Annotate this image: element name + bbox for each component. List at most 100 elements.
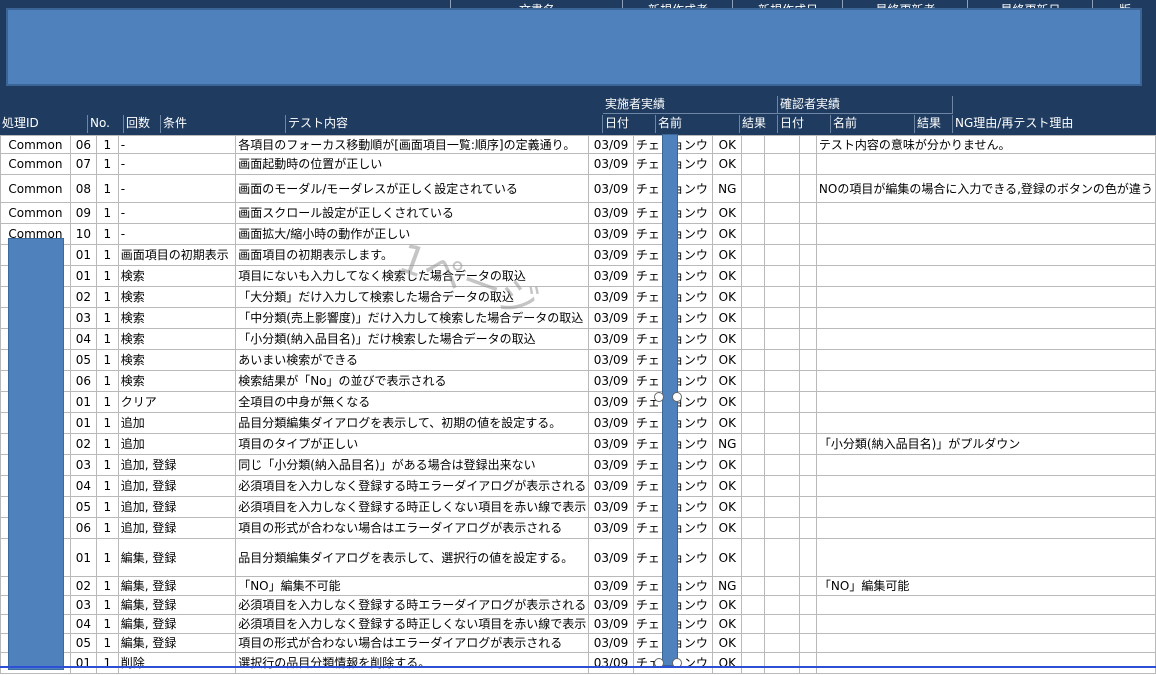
- cell-kaisu[interactable]: 1: [95, 475, 119, 497]
- cell-ng-reason[interactable]: [815, 496, 1156, 518]
- cell-review-date[interactable]: [741, 174, 766, 203]
- cell-ng-reason[interactable]: 「小分類(納入品目名)」がプルダウン: [815, 433, 1156, 455]
- table-row[interactable]: E03031追加, 登録同じ「小分類(納入品目名)」がある場合は登録出来ない03…: [0, 454, 1156, 476]
- cell-exec-date[interactable]: 03/09: [588, 328, 634, 350]
- cell-review-result[interactable]: [798, 576, 817, 596]
- cell-review-result[interactable]: [798, 265, 817, 287]
- table-row[interactable]: E01051検索あいまい検索ができる03/09チェヒョンウOK: [0, 349, 1156, 371]
- cell-condition[interactable]: 編集, 登録: [117, 633, 237, 653]
- cell-kaisu[interactable]: 1: [95, 202, 119, 224]
- cell-review-result[interactable]: [798, 174, 817, 203]
- cell-exec-date[interactable]: 03/09: [588, 576, 634, 596]
- cell-exec-result[interactable]: OK: [712, 614, 743, 634]
- cell-test-content[interactable]: 選択行の品目分類情報を削除する。: [235, 652, 590, 674]
- cell-review-name[interactable]: [764, 391, 800, 413]
- cell-review-date[interactable]: [741, 595, 766, 615]
- cell-kaisu[interactable]: 1: [95, 223, 119, 245]
- cell-review-date[interactable]: [741, 153, 766, 175]
- cell-exec-result[interactable]: OK: [712, 244, 743, 266]
- cell-review-date[interactable]: [741, 475, 766, 497]
- cell-ng-reason[interactable]: [815, 244, 1156, 266]
- cell-condition[interactable]: 編集, 登録: [117, 538, 237, 577]
- table-row[interactable]: E02011クリア全項目の中身が無くなる03/09チェヒョンウOK: [0, 391, 1156, 413]
- cell-review-name[interactable]: [764, 244, 800, 266]
- cell-no[interactable]: 01: [69, 265, 97, 287]
- cell-condition[interactable]: 追加: [117, 433, 237, 455]
- cell-review-name[interactable]: [764, 223, 800, 245]
- cell-kaisu[interactable]: 1: [95, 633, 119, 653]
- cell-condition[interactable]: 追加, 登録: [117, 496, 237, 518]
- cell-review-result[interactable]: [798, 496, 817, 518]
- cell-review-date[interactable]: [741, 223, 766, 245]
- cell-exec-result[interactable]: OK: [712, 135, 743, 154]
- cell-no[interactable]: 01: [69, 412, 97, 434]
- col-review-date[interactable]: 日付: [778, 115, 831, 133]
- cell-condition[interactable]: 編集, 登録: [117, 576, 237, 596]
- cell-condition[interactable]: 検索: [117, 265, 237, 287]
- table-row[interactable]: Common071-画面起動時の位置が正しい03/09チェヒョンウOK: [0, 153, 1156, 175]
- cell-kaisu[interactable]: 1: [95, 174, 119, 203]
- cell-review-result[interactable]: [798, 412, 817, 434]
- cell-test-content[interactable]: 項目の形式が合わない場合はエラーダイアログが表示される: [235, 517, 590, 539]
- cell-exec-result[interactable]: OK: [712, 517, 743, 539]
- cell-review-date[interactable]: [741, 517, 766, 539]
- cell-ng-reason[interactable]: テスト内容の意味が分かりません。: [815, 135, 1156, 154]
- cell-exec-result[interactable]: OK: [712, 223, 743, 245]
- table-row[interactable]: E01021検索「大分類」だけ入力して検索した場合データの取込03/09チェヒョ…: [0, 286, 1156, 308]
- table-row[interactable]: Common101-画面拡大/縮小時の動作が正しい03/09チェヒョンウOK: [0, 223, 1156, 245]
- table-row[interactable]: E04011編集, 登録品目分類編集ダイアログを表示して、選択行の値を設定する。…: [0, 538, 1156, 577]
- cell-exec-date[interactable]: 03/09: [588, 614, 634, 634]
- cell-ng-reason[interactable]: [815, 614, 1156, 634]
- cell-review-result[interactable]: [798, 454, 817, 476]
- cell-review-date[interactable]: [741, 265, 766, 287]
- cell-no[interactable]: 02: [69, 576, 97, 596]
- cell-review-result[interactable]: [798, 433, 817, 455]
- cell-kaisu[interactable]: 1: [95, 153, 119, 175]
- cell-no[interactable]: 05: [69, 496, 97, 518]
- cell-exec-result[interactable]: OK: [712, 307, 743, 329]
- cell-exec-date[interactable]: 03/09: [588, 496, 634, 518]
- cell-no[interactable]: 03: [69, 307, 97, 329]
- cell-ng-reason[interactable]: [815, 454, 1156, 476]
- cell-exec-result[interactable]: NG: [712, 433, 743, 455]
- cell-kaisu[interactable]: 1: [95, 496, 119, 518]
- cell-review-name[interactable]: [764, 370, 800, 392]
- cell-review-date[interactable]: [741, 328, 766, 350]
- cell-no[interactable]: 01: [69, 391, 97, 413]
- cell-kaisu[interactable]: 1: [95, 538, 119, 577]
- cell-ng-reason[interactable]: [815, 349, 1156, 371]
- table-row[interactable]: E03011追加品目分類編集ダイアログを表示して、初期の値を設定する。03/09…: [0, 412, 1156, 434]
- table-row[interactable]: E04051編集, 登録項目の形式が合わない場合はエラーダイアログが表示される0…: [0, 633, 1156, 653]
- cell-review-date[interactable]: [741, 391, 766, 413]
- cell-exec-result[interactable]: OK: [712, 538, 743, 577]
- cell-review-result[interactable]: [798, 538, 817, 577]
- table-row[interactable]: E04021編集, 登録「NO」編集不可能03/09チェヒョンウNG「NO」編集…: [0, 576, 1156, 596]
- cell-no[interactable]: 01: [69, 652, 97, 674]
- cell-condition[interactable]: 検索: [117, 328, 237, 350]
- cell-review-result[interactable]: [798, 517, 817, 539]
- cell-test-content[interactable]: 画面項目の初期表示します。: [235, 244, 590, 266]
- cell-review-result[interactable]: [798, 202, 817, 224]
- cell-exec-result[interactable]: NG: [712, 174, 743, 203]
- cell-condition[interactable]: -: [117, 174, 237, 203]
- table-row[interactable]: E04031編集, 登録必須項目を入力しなく登録する時エラーダイアログが表示され…: [0, 595, 1156, 615]
- cell-review-result[interactable]: [798, 349, 817, 371]
- cell-review-date[interactable]: [741, 614, 766, 634]
- cell-no[interactable]: 06: [69, 370, 97, 392]
- col-exec-date[interactable]: 日付: [603, 115, 656, 133]
- cell-exec-date[interactable]: 03/09: [588, 202, 634, 224]
- cell-review-name[interactable]: [764, 307, 800, 329]
- cell-kaisu[interactable]: 1: [95, 328, 119, 350]
- cell-review-result[interactable]: [798, 135, 817, 154]
- cell-no[interactable]: 05: [69, 349, 97, 371]
- cell-condition[interactable]: 編集, 登録: [117, 614, 237, 634]
- cell-review-result[interactable]: [798, 153, 817, 175]
- cell-exec-result[interactable]: OK: [712, 153, 743, 175]
- cell-ng-reason[interactable]: [815, 595, 1156, 615]
- cell-review-date[interactable]: [741, 454, 766, 476]
- cell-exec-result[interactable]: OK: [712, 633, 743, 653]
- cell-no[interactable]: 04: [69, 475, 97, 497]
- table-row[interactable]: Common091-画面スクロール設定が正しくされている03/09チェヒョンウO…: [0, 202, 1156, 224]
- cell-review-date[interactable]: [741, 496, 766, 518]
- cell-review-result[interactable]: [798, 652, 817, 674]
